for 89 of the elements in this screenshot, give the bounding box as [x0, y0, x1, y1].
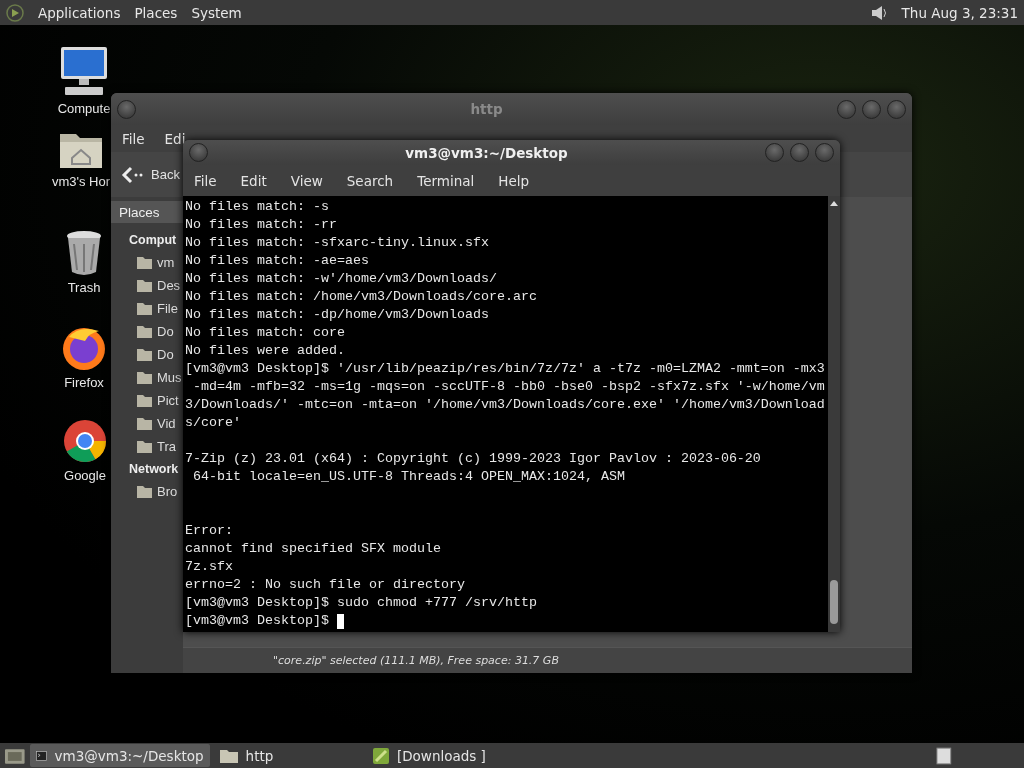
terminal-line: No files match: -ae=aes	[185, 252, 369, 270]
panel-menu[interactable]: Places	[134, 4, 178, 21]
window-control-button[interactable]	[815, 143, 834, 162]
menu-item[interactable]: File	[122, 130, 145, 147]
globe-fox-icon	[61, 325, 107, 371]
round-logo-icon	[62, 418, 108, 464]
folder-icon	[137, 394, 152, 407]
terminal-line: 7-Zip (z) 23.01 (x64) : Copyright (c) 1999-2023 Igor Pavlov : 2023-06-20	[185, 450, 761, 468]
menu-item[interactable]: View	[290, 172, 323, 189]
menu-item[interactable]: File	[194, 172, 217, 189]
desktop-icon-label[interactable]: Firefox	[64, 375, 104, 390]
desktop-icon-label[interactable]: Trash	[67, 280, 101, 295]
sidebar-heading: Network	[129, 461, 179, 478]
desktop-icon-label[interactable]: Compute	[57, 101, 111, 116]
folder-icon	[137, 279, 152, 292]
terminal-line: Error:	[185, 522, 233, 540]
sidebar-item[interactable]: vm	[157, 255, 175, 270]
taskbar-button[interactable]: [Downloads ]	[366, 744, 929, 767]
scroll-up-icon[interactable]	[829, 199, 839, 209]
terminal-line: [vm3@vm3 Desktop]$ '/usr/lib/peazip/res/bin/7z/7z' a -t7z -m0=LZMA2 -mmt=on -mx3	[185, 360, 825, 378]
workspace-icon[interactable]	[936, 746, 952, 765]
window-control-button[interactable]	[862, 99, 881, 119]
window-control-button[interactable]	[189, 143, 208, 162]
terminal-line: [vm3@vm3 Desktop]$ sudo chmod +777 /srv/http	[185, 594, 537, 612]
window-control-button[interactable]	[765, 143, 784, 162]
folder-icon	[137, 371, 152, 384]
sidebar-item[interactable]: Mus	[157, 370, 182, 385]
menu-item[interactable]: Help	[498, 172, 530, 189]
terminal-line: cannot find specified SFX module	[185, 540, 441, 558]
terminal-line: No files match: -dp/home/vm3/Downloads	[185, 306, 489, 324]
terminal-line: 3/Downloads/' -mtc=on -mta=on '/home/vm3/Downloads/core.exe' '/home/vm3/Download	[185, 396, 825, 414]
taskbar-button[interactable]: vm3@vm3:~/Desktop	[29, 744, 210, 767]
terminal-line: No files match: -rr	[185, 216, 337, 234]
terminal-line: 7z.sfx	[185, 558, 233, 576]
menu-item[interactable]: Search	[346, 172, 394, 189]
sidebar-item[interactable]: File	[157, 301, 178, 316]
terminal-line: s/core'	[185, 414, 241, 432]
folder-icon	[137, 325, 152, 338]
taskbar-button[interactable]: http	[213, 744, 363, 767]
folder-icon	[137, 485, 152, 498]
sidebar-item[interactable]: Bro	[157, 484, 178, 499]
folder-icon	[137, 417, 152, 430]
terminal-line: 64-bit locale=en_US.UTF-8 Threads:4 OPEN_MAX:1024, ASM	[192, 468, 625, 486]
trash-icon	[64, 230, 104, 276]
menu-item[interactable]: Edit	[240, 172, 267, 189]
window-title: vm3@vm3:~/Desktop	[404, 144, 569, 161]
desktop-icon-label[interactable]: Google	[64, 468, 106, 483]
window-control-button[interactable]	[790, 143, 809, 162]
app-icon	[372, 747, 389, 764]
logo-icon	[6, 3, 24, 22]
terminal-line: -md=4m -mfb=32 -ms=1g -mqs=on -sccUTF-8 -bb0 -bse0 -bsp2 -sfx7z.sfx '-w/home/vm	[192, 378, 825, 396]
sidebar-tab[interactable]: Places	[111, 201, 183, 223]
menu-item[interactable]: Edi	[164, 130, 186, 147]
sidebar-heading: Comput	[129, 232, 177, 249]
panel-menu[interactable]: System	[191, 4, 242, 21]
speaker-icon	[869, 3, 888, 22]
panel-menu[interactable]: Applications	[38, 4, 121, 21]
back-button[interactable]: Back	[121, 165, 180, 184]
terminal-line: No files match: -w'/home/vm3/Downloads/	[185, 270, 497, 288]
folder-icon	[137, 348, 152, 361]
computer-icon	[59, 45, 109, 97]
clock[interactable]: Thu Aug 3, 23:31	[901, 4, 1018, 21]
sidebar-item[interactable]: Tra	[157, 439, 177, 454]
folder-icon	[137, 440, 152, 453]
window-control-button[interactable]	[837, 99, 856, 119]
terminal-line: No files match: core	[185, 324, 345, 342]
scrollbar-thumb[interactable]	[830, 580, 838, 624]
terminal-line: No files match: -sfxarc-tiny.linux.sfx	[185, 234, 489, 252]
window-control-button[interactable]	[117, 99, 136, 119]
terminal-line: [vm3@vm3 Desktop]$	[185, 612, 330, 630]
terminal-line: No files were added.	[185, 342, 345, 360]
desktop-icon-label[interactable]: vm3's Hor	[51, 174, 111, 189]
window-control-button[interactable]	[887, 99, 906, 119]
window-title: http	[469, 101, 504, 117]
terminal-line: errno=2 : No such file or directory	[185, 576, 465, 594]
folder-icon	[137, 302, 152, 315]
sidebar-item[interactable]: Vid	[157, 416, 176, 431]
sidebar-item[interactable]: Do	[157, 347, 174, 362]
sidebar-item[interactable]: Do	[157, 324, 174, 339]
folder-icon	[137, 256, 152, 269]
sidebar-item[interactable]: Pict	[157, 393, 179, 408]
status-text: "core.zip" selected (111.1 MB), Free space: 31.7 GB	[273, 654, 559, 667]
terminal-icon	[35, 748, 47, 763]
back-arrow-icon	[121, 165, 143, 184]
folder-icon	[219, 748, 238, 763]
menu-item[interactable]: Terminal	[417, 172, 475, 189]
sidebar-item[interactable]: Des	[157, 278, 181, 293]
terminal-line: No files match: -s	[185, 198, 329, 216]
terminal-line: No files match: /home/vm3/Downloads/core.arc	[185, 288, 537, 306]
